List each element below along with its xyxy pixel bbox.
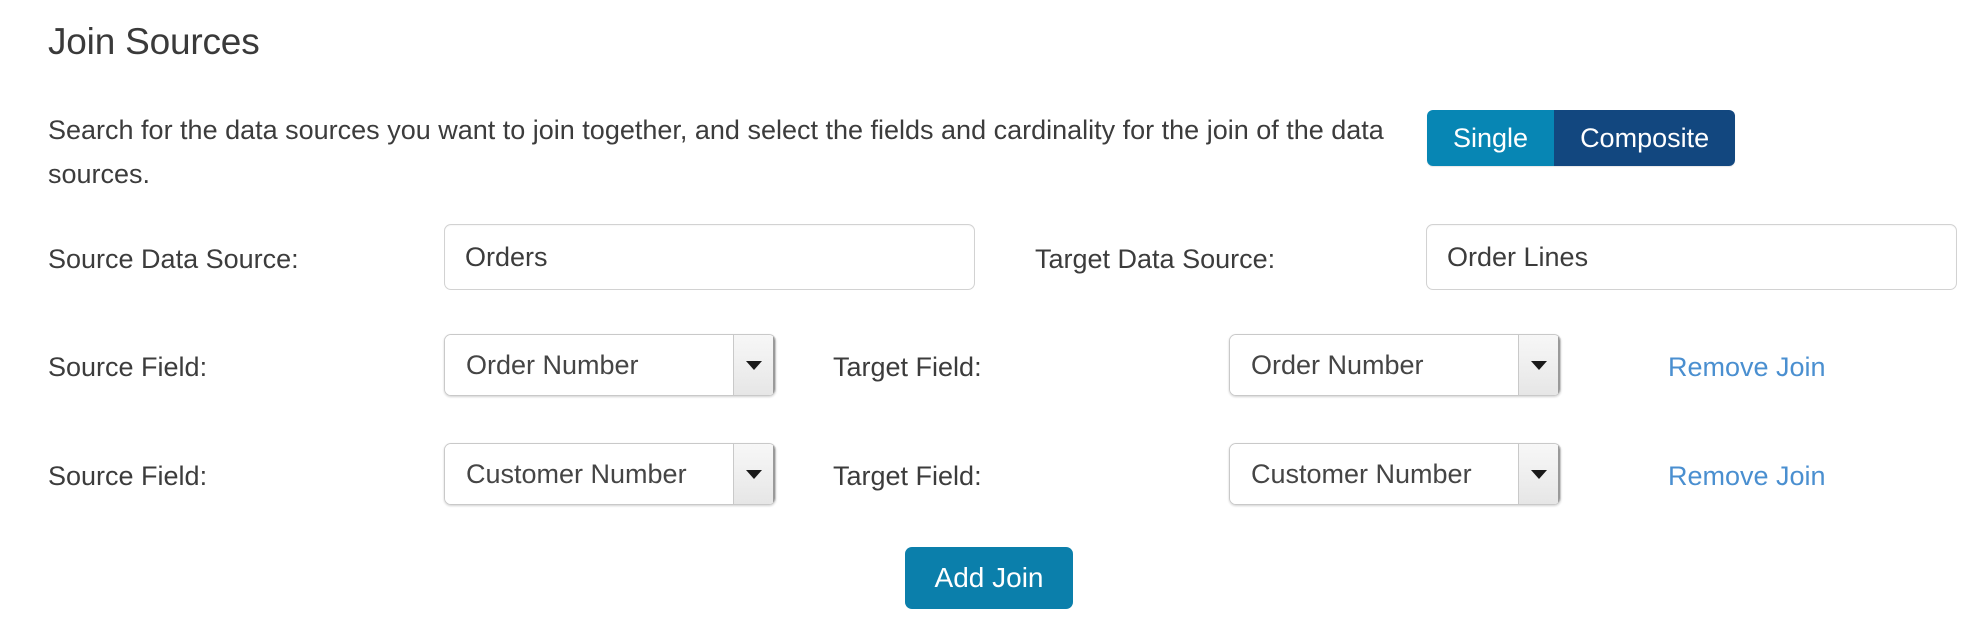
chevron-down-icon[interactable] <box>733 335 775 395</box>
remove-join-link[interactable]: Remove Join <box>1668 459 1826 493</box>
target-data-source-label: Target Data Source: <box>1035 244 1276 274</box>
add-join-button[interactable]: Add Join <box>904 547 1074 609</box>
source-field-label: Source Field: <box>48 461 208 491</box>
target-field-label: Target Field: <box>833 461 982 491</box>
source-data-source-label: Source Data Source: <box>48 244 299 274</box>
join-sources-page: Join Sources Search for the data sources… <box>0 0 1986 620</box>
target-field-select[interactable]: Order Number <box>1229 334 1561 396</box>
source-field-select[interactable]: Order Number <box>444 334 776 396</box>
toggle-option-composite[interactable]: Composite <box>1554 110 1736 166</box>
target-field-selected-value: Order Number <box>1230 335 1518 395</box>
target-data-source-input[interactable] <box>1426 224 1957 290</box>
source-field-selected-value: Customer Number <box>445 444 733 504</box>
source-field-select[interactable]: Customer Number <box>444 443 776 505</box>
add-join-container: Add Join <box>0 547 1986 609</box>
page-description: Search for the data sources you want to … <box>48 115 1384 189</box>
page-title: Join Sources <box>48 21 260 62</box>
chevron-down-icon[interactable] <box>1518 444 1560 504</box>
chevron-down-icon[interactable] <box>733 444 775 504</box>
remove-join-link[interactable]: Remove Join <box>1668 350 1826 384</box>
target-field-label: Target Field: <box>833 352 982 382</box>
source-field-label: Source Field: <box>48 352 208 382</box>
source-field-selected-value: Order Number <box>445 335 733 395</box>
join-type-toggle[interactable]: Single Composite <box>1427 110 1736 166</box>
target-field-select[interactable]: Customer Number <box>1229 443 1561 505</box>
target-field-selected-value: Customer Number <box>1230 444 1518 504</box>
chevron-down-icon[interactable] <box>1518 335 1560 395</box>
toggle-option-single[interactable]: Single <box>1427 110 1555 166</box>
source-data-source-input[interactable] <box>444 224 975 290</box>
